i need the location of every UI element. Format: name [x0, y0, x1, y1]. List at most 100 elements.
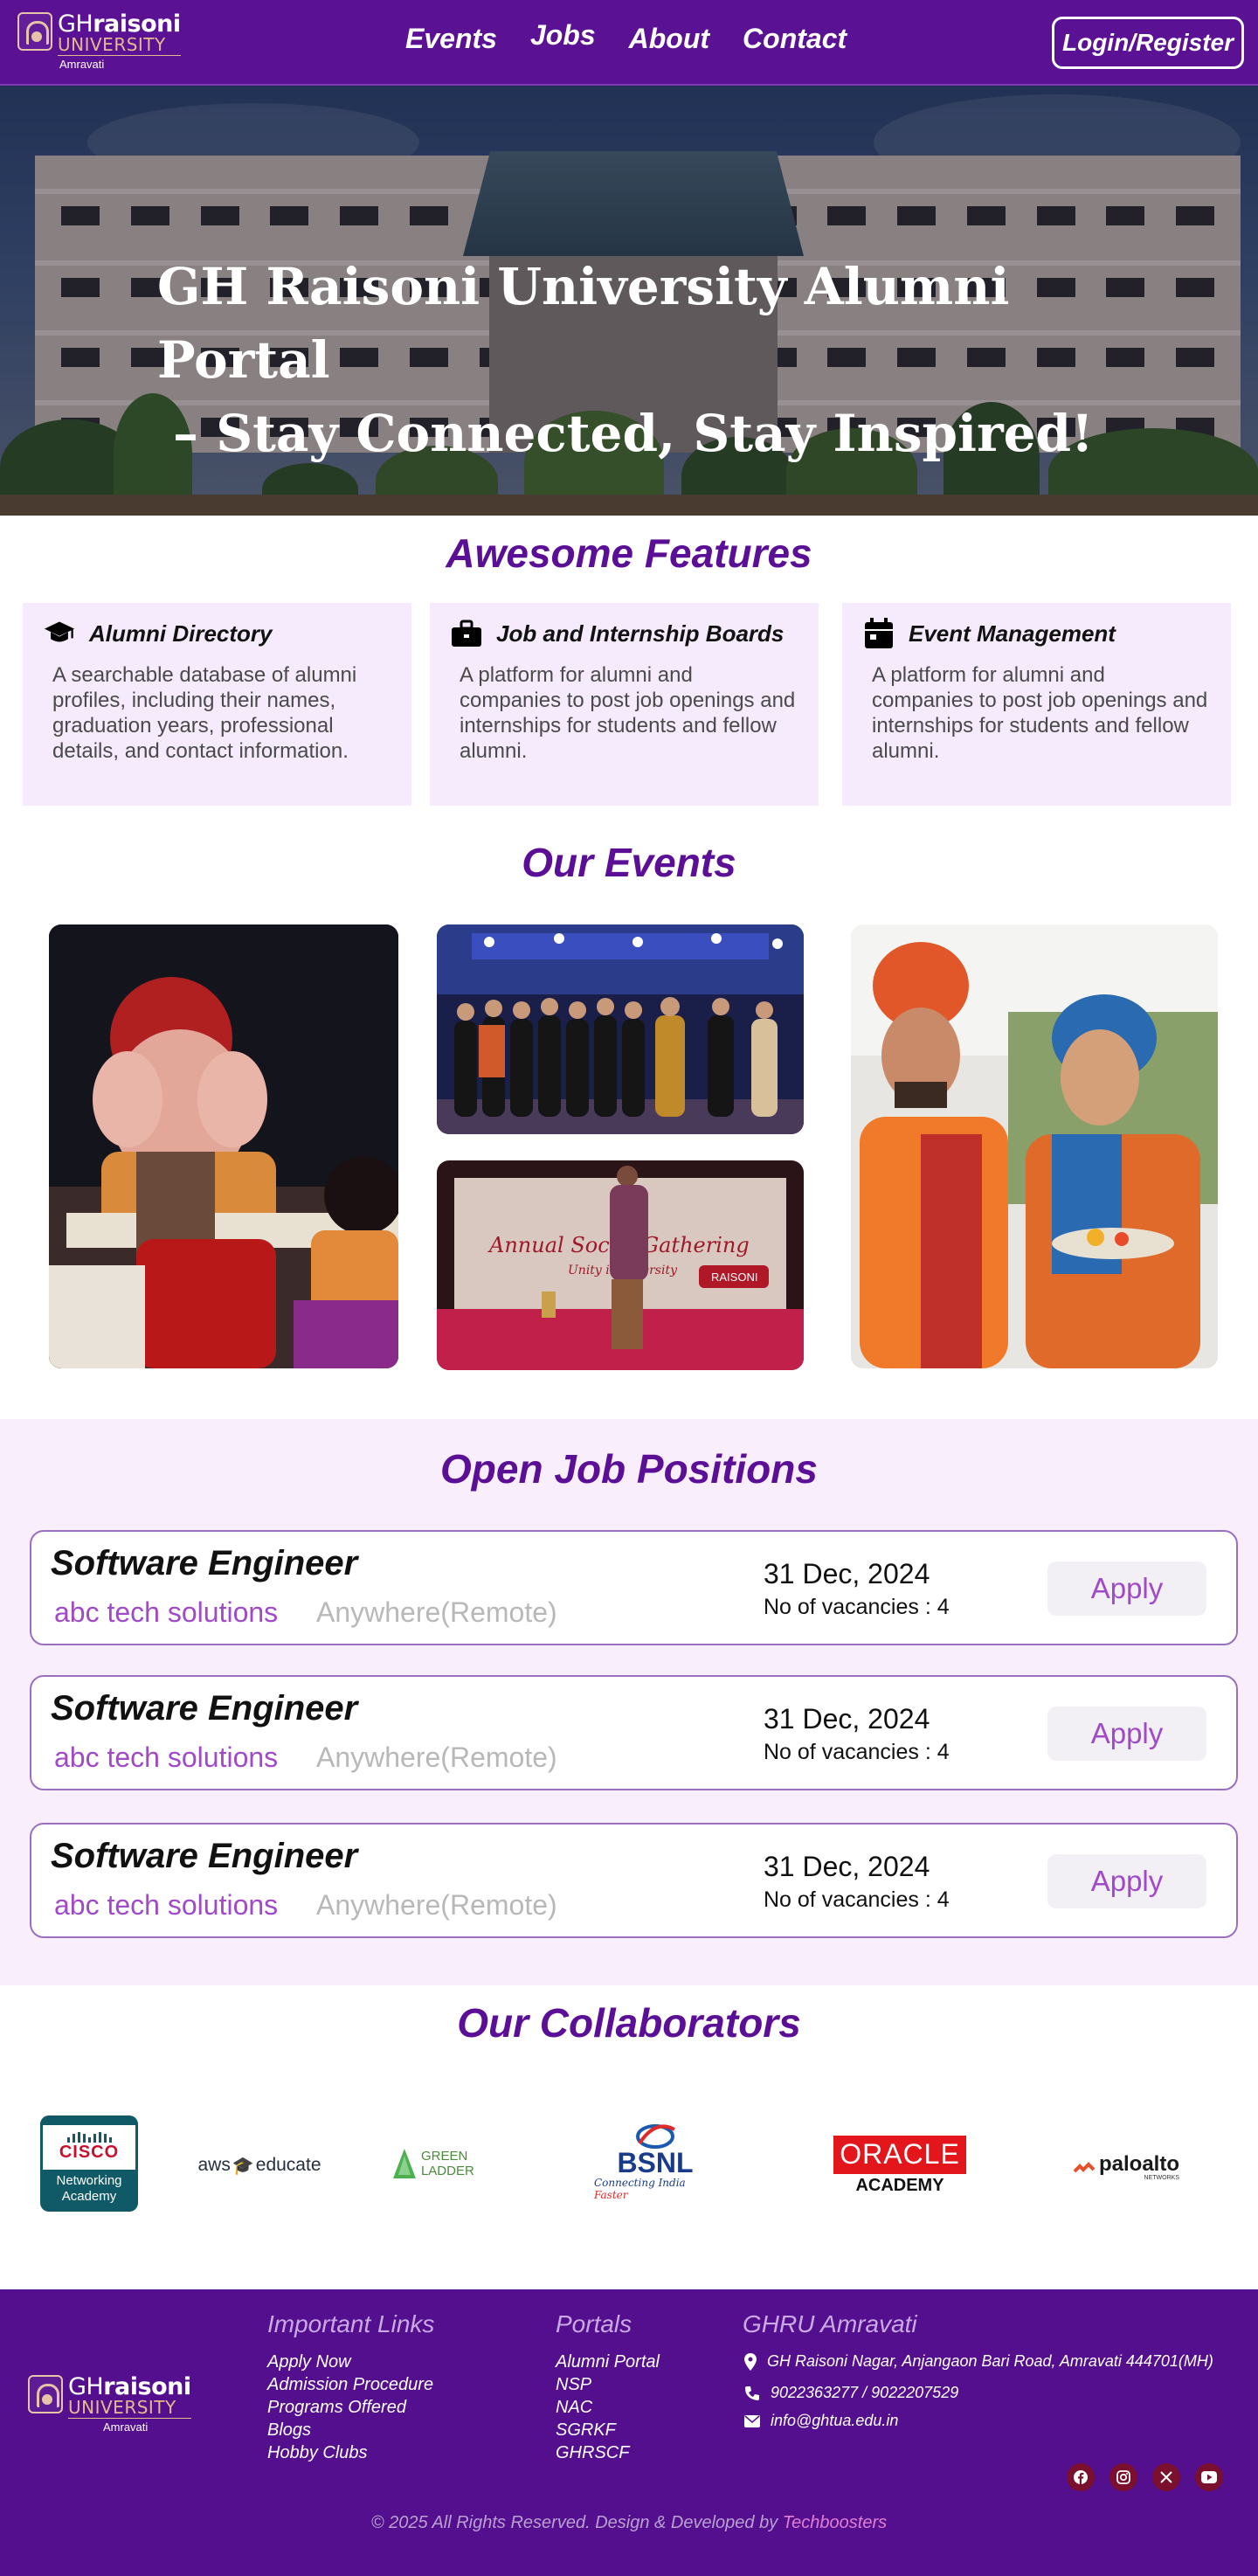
important-links-heading: Important Links: [267, 2310, 435, 2337]
main-nav: Events Jobs About Contact: [405, 19, 847, 55]
oracle-academy-logo[interactable]: ORACLE ACADEMY: [833, 2134, 966, 2197]
hero-title: GH Raisoni University Alumni Portal – St…: [157, 250, 1101, 470]
green-ladder-logo[interactable]: GREEN LADDER: [393, 2146, 524, 2181]
cisco-brand: CISCO: [59, 2143, 120, 2162]
apply-button[interactable]: Apply: [1047, 1707, 1206, 1761]
graduation-cap-icon: [44, 619, 75, 648]
events-heading: Our Events: [522, 840, 736, 885]
green-ladder-text: GREEN LADDER: [420, 2149, 474, 2178]
hero-banner: GH Raisoni University Alumni Portal – St…: [0, 86, 1258, 516]
navbar: GHraisoni UNIVERSITY Amravati Events Job…: [0, 0, 1258, 86]
important-links-list: Apply Now Admission Procedure Programs O…: [267, 2351, 433, 2464]
job-card: Software Engineer abc tech solutions Any…: [30, 1675, 1238, 1790]
feature-description: A platform for alumni and companies to p…: [460, 663, 796, 763]
link-apply-now[interactable]: Apply Now: [267, 2351, 433, 2373]
feature-card-job-boards: Job and Internship Boards A platform for…: [430, 603, 819, 806]
nav-about[interactable]: About: [629, 23, 709, 55]
feature-card-event-management: Event Management A platform for alumni a…: [842, 603, 1231, 806]
feature-title: Event Management: [909, 620, 1116, 647]
oracle-academy-text: ACADEMY: [855, 2175, 944, 2195]
footer-logo[interactable]: GHraisoni UNIVERSITY Amravati: [28, 2375, 191, 2433]
cisco-bars-icon: [66, 2132, 112, 2143]
collaborators-heading: Our Collaborators: [457, 2000, 801, 2046]
logo-city: Amravati: [59, 58, 105, 71]
job-deadline: 31 Dec, 2024: [764, 1558, 930, 1589]
cisco-line1: Networking: [56, 2173, 122, 2188]
oracle-text: ORACLE: [833, 2135, 966, 2174]
ganesh-idol-photo[interactable]: [49, 924, 398, 1368]
traditional-couple-photo[interactable]: [851, 924, 1218, 1368]
jobs-heading: Open Job Positions: [440, 1446, 818, 1492]
feature-title: Job and Internship Boards: [496, 620, 785, 647]
job-title: Software Engineer: [51, 1689, 358, 1728]
university-logo[interactable]: GHraisoni UNIVERSITY Amravati: [17, 12, 181, 70]
email-row: info@ghtua.edu.in: [744, 2412, 898, 2430]
envelope-icon: [744, 2414, 760, 2427]
job-location: Anywhere(Remote): [316, 1742, 557, 1773]
bsnl-logo[interactable]: BSNL Connecting India Faster: [594, 2120, 716, 2204]
bsnl-tagline-faster: Faster: [594, 2189, 628, 2201]
briefcase-icon: [451, 619, 482, 648]
link-blogs[interactable]: Blogs: [267, 2419, 433, 2441]
hero-title-line2: – Stay Connected, Stay Inspired!: [173, 404, 1094, 463]
link-alumni-portal[interactable]: Alumni Portal: [556, 2351, 660, 2373]
job-company: abc tech solutions: [54, 1889, 279, 1921]
job-vacancies: No of vacancies : 4: [764, 1595, 950, 1619]
nav-events[interactable]: Events: [405, 23, 497, 55]
job-card: Software Engineer abc tech solutions Any…: [30, 1530, 1238, 1645]
link-nsp[interactable]: NSP: [556, 2373, 660, 2396]
apply-button[interactable]: Apply: [1047, 1854, 1206, 1908]
stage-banner-brand: RAISONI: [711, 1271, 757, 1284]
facebook-icon[interactable]: [1067, 2463, 1095, 2491]
features-heading: Awesome Features: [446, 530, 812, 576]
phone-row: 9022363277 / 9022207529: [744, 2384, 958, 2402]
youtube-icon[interactable]: [1195, 2463, 1223, 2491]
job-company: abc tech solutions: [54, 1596, 279, 1628]
ladder-icon: [393, 2149, 416, 2178]
address-text: GH Raisoni Nagar, Anjangaon Bari Road, A…: [767, 2352, 1213, 2370]
cisco-networking-academy-logo[interactable]: CISCO Networking Academy: [40, 2116, 138, 2212]
job-location: Anywhere(Remote): [316, 1889, 557, 1921]
footer-logo-university: UNIVERSITY: [68, 2399, 191, 2419]
lion-crest-icon: [17, 12, 52, 51]
link-ghrscf[interactable]: GHRSCF: [556, 2441, 660, 2464]
job-vacancies: No of vacancies : 4: [764, 1740, 950, 1764]
aws-educate-logo[interactable]: aws 🎓 educate: [194, 2148, 325, 2183]
email-text[interactable]: info@ghtua.edu.in: [771, 2412, 898, 2430]
phone-icon: [745, 2386, 759, 2400]
lion-crest-icon: [28, 2375, 63, 2413]
x-icon[interactable]: [1152, 2463, 1180, 2491]
link-programs-offered[interactable]: Programs Offered: [267, 2396, 433, 2419]
feature-description: A searchable database of alumni profiles…: [52, 663, 357, 763]
bsnl-tagline: Connecting India: [594, 2177, 686, 2189]
login-register-button[interactable]: Login/Register: [1052, 17, 1244, 69]
annual-social-gathering-photo[interactable]: Annual Social Gathering Unity in Diversi…: [437, 1160, 804, 1370]
nav-jobs[interactable]: Jobs: [530, 19, 596, 55]
contact-heading: GHRU Amravati: [743, 2310, 917, 2337]
apply-button[interactable]: Apply: [1047, 1562, 1206, 1616]
job-company: abc tech solutions: [54, 1742, 279, 1773]
paloalto-networks-logo[interactable]: paloalto NETWORKS: [1061, 2148, 1192, 2186]
link-hobby-clubs[interactable]: Hobby Clubs: [267, 2441, 433, 2464]
award-ceremony-photo[interactable]: [437, 924, 804, 1134]
instagram-icon[interactable]: [1109, 2463, 1137, 2491]
location-pin-icon: [744, 2352, 757, 2371]
developer-link[interactable]: Techboosters: [783, 2513, 887, 2532]
feature-title: Alumni Directory: [89, 620, 273, 647]
bsnl-text: BSNL: [617, 2147, 694, 2178]
copyright: © 2025 All Rights Reserved. Design & Dev…: [0, 2513, 1258, 2533]
link-admission-procedure[interactable]: Admission Procedure: [267, 2373, 433, 2396]
paloalto-mark-icon: [1073, 2162, 1096, 2173]
hero-title-line1: GH Raisoni University Alumni Portal: [157, 257, 1010, 390]
paloalto-text: paloalto: [1098, 2151, 1179, 2176]
phone-text[interactable]: 9022363277 / 9022207529: [771, 2384, 958, 2402]
cisco-line2: Academy: [61, 2189, 117, 2204]
link-nac[interactable]: NAC: [556, 2396, 660, 2419]
feature-card-alumni-directory: Alumni Directory A searchable database o…: [23, 603, 411, 806]
job-title: Software Engineer: [51, 1837, 358, 1875]
link-sgrkf[interactable]: SGRKF: [556, 2419, 660, 2441]
job-vacancies: No of vacancies : 4: [764, 1887, 950, 1912]
job-location: Anywhere(Remote): [316, 1596, 557, 1628]
calendar-icon: [863, 618, 895, 648]
nav-contact[interactable]: Contact: [743, 23, 847, 55]
